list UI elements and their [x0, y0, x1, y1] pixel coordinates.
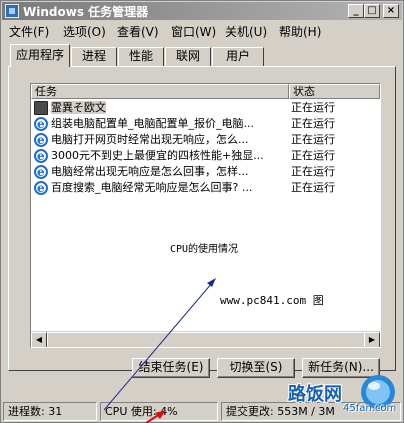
status-process-count: 进程数: 31 [3, 402, 97, 421]
status-cpu-usage: CPU 使用: 4% [100, 402, 218, 421]
task-row[interactable]: 百度搜索_电脑经常无响应是怎么回事? ... 正在运行 [33, 180, 378, 196]
task-row[interactable]: 电脑打开网页时经常出现无响应，怎么... 正在运行 [33, 132, 378, 148]
task-row[interactable]: 霊異そ欧文 正在运行 [33, 100, 378, 116]
window-title: Windows 任务管理器 [23, 5, 149, 19]
annotation-label: CPU的使用情况 [170, 244, 239, 255]
menu-shutdown[interactable]: 关机(U) [225, 23, 267, 40]
task-row[interactable]: 3000元不到史上最便宜的四核性能+独显... 正在运行 [33, 148, 378, 164]
task-name: 电脑经常出现无响应是怎么回事，怎样... [51, 165, 249, 178]
column-header-task[interactable]: 任务 [31, 84, 289, 99]
tab-networking[interactable]: 联网 [165, 47, 211, 66]
column-header-status[interactable]: 状态 [289, 84, 380, 99]
ie-icon [34, 132, 48, 148]
minimize-icon: _ [353, 5, 359, 16]
tab-processes[interactable]: 进程 [71, 47, 117, 66]
horizontal-scrollbar[interactable]: ◀ ▶ [31, 331, 380, 347]
folder-icon [34, 101, 48, 115]
menu-windows[interactable]: 窗口(W) [171, 23, 216, 40]
menu-help[interactable]: 帮助(H) [279, 23, 321, 40]
watermark-url: www.pc841.com 图 [220, 294, 324, 307]
close-icon: × [386, 5, 396, 16]
end-task-button[interactable]: 结束任务(E) [132, 358, 210, 378]
menu-file[interactable]: 文件(F) [9, 23, 49, 40]
logo-text: 路饭网 [288, 384, 342, 405]
switch-to-button[interactable]: 切换至(S) [217, 358, 295, 378]
task-status: 正在运行 [291, 181, 335, 194]
tab-performance[interactable]: 性能 [118, 47, 164, 66]
task-name: 电脑打开网页时经常出现无响应，怎么... [51, 133, 249, 146]
maximize-icon: □ [367, 5, 377, 16]
task-name: 组装电脑配置单_电脑配置单_报价_电脑... [51, 117, 254, 130]
ie-icon [34, 164, 48, 180]
title-bar[interactable]: Windows 任务管理器 _ □ × [2, 2, 402, 20]
task-status: 正在运行 [291, 165, 335, 178]
task-manager-window: Windows 任务管理器 _ □ × 文件(F) 选项(O) 查看(V) 窗口… [0, 0, 404, 423]
task-name: 3000元不到史上最便宜的四核性能+独显... [51, 149, 264, 162]
menu-view[interactable]: 查看(V) [117, 23, 159, 40]
task-status: 正在运行 [291, 101, 335, 114]
task-status: 正在运行 [291, 117, 335, 130]
maximize-button[interactable]: □ [364, 4, 380, 18]
scroll-thumb[interactable] [47, 332, 365, 347]
ie-icon [34, 116, 48, 132]
close-button[interactable]: × [383, 4, 399, 18]
scroll-left-arrow-icon[interactable]: ◀ [31, 332, 47, 347]
logo-subtext: 45fan.com [343, 403, 397, 414]
task-row[interactable]: 电脑经常出现无响应是怎么回事，怎样... 正在运行 [33, 164, 378, 180]
scroll-right-arrow-icon[interactable]: ▶ [364, 332, 380, 347]
task-name: 百度搜索_电脑经常无响应是怎么回事? ... [51, 181, 253, 194]
task-row[interactable]: 组装电脑配置单_电脑配置单_报价_电脑... 正在运行 [33, 116, 378, 132]
menu-bar: 文件(F) 选项(O) 查看(V) 窗口(W) 关机(U) 帮助(H) [3, 21, 403, 39]
task-name: 霊異そ欧文 [51, 101, 106, 114]
task-status: 正在运行 [291, 133, 335, 146]
ie-icon [34, 180, 48, 196]
minimize-button[interactable]: _ [348, 4, 364, 18]
ie-icon [34, 148, 48, 164]
tab-users[interactable]: 用户 [212, 47, 264, 66]
menu-options[interactable]: 选项(O) [63, 23, 106, 40]
task-status: 正在运行 [291, 149, 335, 162]
task-list[interactable]: 任务 状态 霊異そ欧文 正在运行 组装电脑配置单_电脑配置单_报价_电脑... … [30, 83, 381, 348]
tab-applications[interactable]: 应用程序 [10, 44, 70, 67]
app-icon [5, 4, 19, 18]
